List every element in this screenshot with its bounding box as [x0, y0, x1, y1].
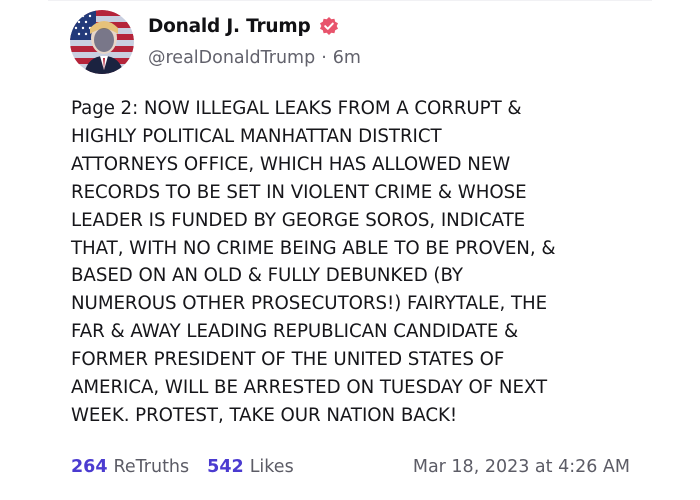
- post-timestamp[interactable]: Mar 18, 2023 at 4:26 AM: [413, 457, 630, 477]
- divider: [48, 0, 652, 1]
- avatar-flag-portrait-icon: [70, 10, 134, 74]
- time-ago[interactable]: 6m: [333, 48, 361, 68]
- truth-social-post: Donald J. Trump @realDonaldTrump · 6m Pa…: [0, 0, 700, 500]
- likes-label: Likes: [249, 457, 294, 477]
- post-body-text: Page 2: NOW ILLEGAL LEAKS FROM A CORRUPT…: [71, 98, 556, 426]
- name-row: Donald J. Trump: [148, 12, 361, 40]
- retruths-count: 264: [71, 457, 108, 477]
- retruths-label: ReTruths: [113, 457, 190, 477]
- user-handle[interactable]: @realDonaldTrump: [148, 48, 315, 68]
- likes-stat[interactable]: 542 Likes: [207, 457, 294, 477]
- retruths-stat[interactable]: 264 ReTruths: [71, 457, 189, 477]
- display-name[interactable]: Donald J. Trump: [148, 16, 311, 37]
- avatar-image[interactable]: [70, 10, 134, 74]
- handle-row: @realDonaldTrump · 6m: [148, 46, 361, 70]
- separator-dot: ·: [321, 48, 327, 68]
- post-header: Donald J. Trump @realDonaldTrump · 6m: [148, 12, 361, 70]
- likes-count: 542: [207, 457, 244, 477]
- post-footer: 264 ReTruths 542 Likes Mar 18, 2023 at 4…: [71, 455, 630, 479]
- verified-badge-icon: [319, 16, 339, 36]
